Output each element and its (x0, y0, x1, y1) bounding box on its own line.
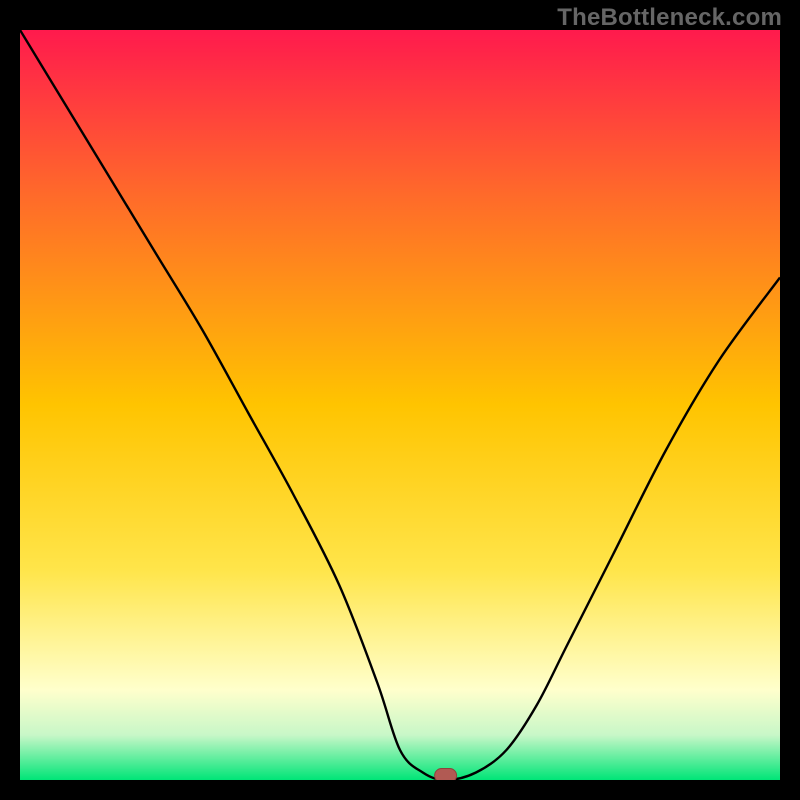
chart-frame: TheBottleneck.com (0, 0, 800, 800)
watermark-text: TheBottleneck.com (557, 4, 782, 32)
gradient-background (20, 30, 780, 780)
plot-area (20, 30, 780, 780)
optimal-point-marker (435, 769, 457, 781)
bottleneck-chart (20, 30, 780, 780)
